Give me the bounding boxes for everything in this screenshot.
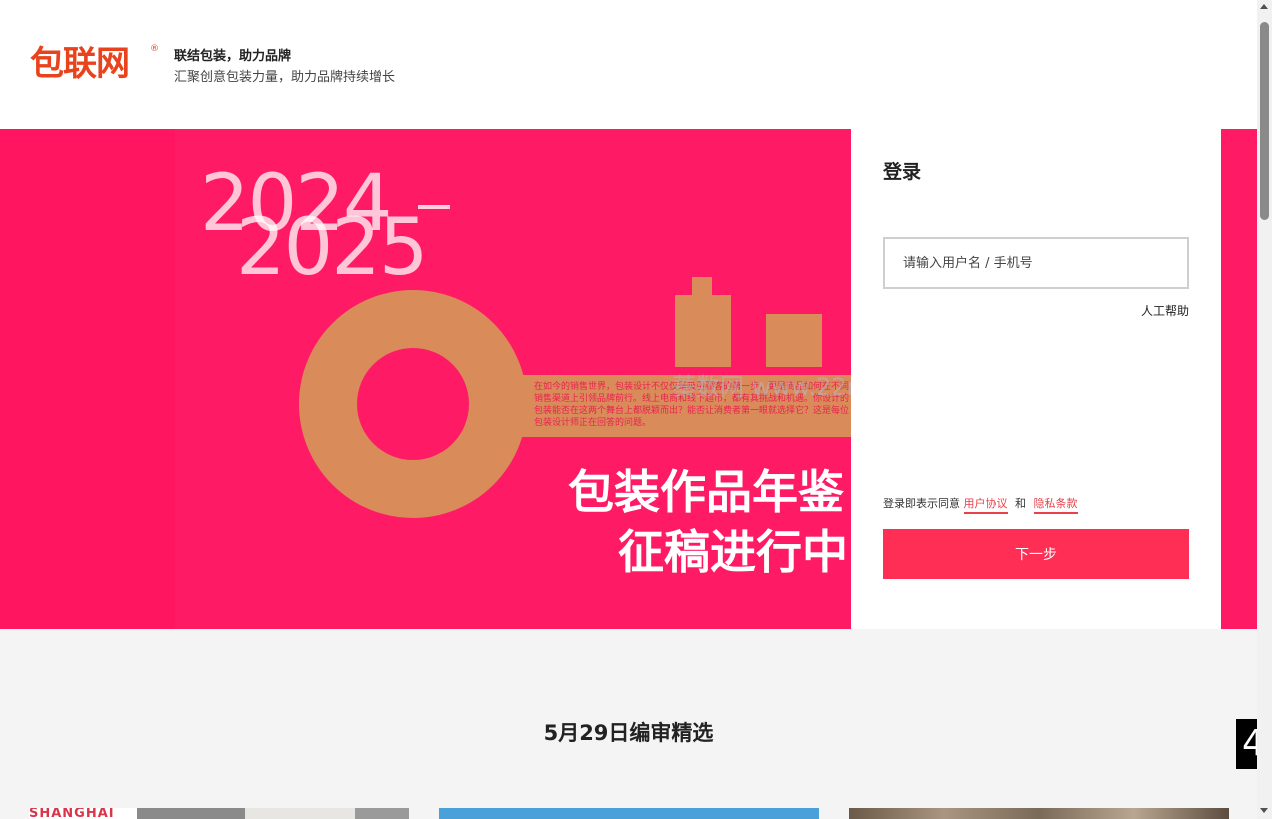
scroll-down-icon[interactable] — [1260, 808, 1268, 813]
slogan-subtitle: 汇聚创意包装力量，助力品牌持续增长 — [174, 70, 396, 85]
pick-card-1-photo — [245, 808, 355, 819]
key-tooth-2 — [766, 314, 822, 367]
section-title: 5月29日编审精选 — [543, 721, 714, 745]
pick-card-3[interactable] — [849, 808, 1229, 819]
agreement-text: 登录即表示同意 用户协议 和 隐私条款 — [883, 495, 1078, 514]
pick-card-1-text: SHANGHAI — [29, 808, 115, 819]
page-scrollbar[interactable] — [1257, 0, 1272, 819]
user-agreement-link[interactable]: 用户协议 — [963, 497, 1008, 514]
banner-title-line1: 包装作品年鉴 — [568, 465, 844, 519]
hero-banner[interactable]: 2024 2025 在如今的销售世界，包装设计不仅仅是吸引顾客的第一步，更是商品… — [0, 129, 1257, 629]
site-header: 包联网 ® 联结包装，助力品牌 汇聚创意包装力量，助力品牌持续增长 — [0, 0, 1257, 129]
agreement-and: 和 — [1015, 497, 1026, 510]
pick-card-1-photo — [355, 808, 409, 819]
scrollbar-thumb[interactable] — [1260, 22, 1269, 220]
pick-card-2[interactable] — [439, 808, 819, 819]
pick-card-1-photo — [137, 808, 245, 819]
key-tooth-1 — [675, 295, 731, 367]
slogan-title: 联结包装，助力品牌 — [174, 49, 292, 64]
scroll-up-icon[interactable] — [1260, 4, 1268, 9]
username-input[interactable] — [883, 237, 1189, 289]
key-tooth-1-top — [692, 277, 712, 297]
banner-title-line2: 征稿进行中 — [618, 525, 848, 579]
banner-year-2025: 2025 — [236, 203, 429, 293]
site-logo[interactable]: 包联网 ® — [30, 44, 159, 84]
login-panel: 登录 人工帮助 登录即表示同意 用户协议 和 隐私条款 下一步 — [851, 129, 1221, 629]
manual-help-link[interactable]: 人工帮助 — [1141, 302, 1189, 319]
login-title: 登录 — [883, 161, 922, 183]
next-step-button[interactable]: 下一步 — [883, 529, 1189, 579]
privacy-policy-link[interactable]: 隐私条款 — [1033, 497, 1078, 514]
logo-registered-mark: ® — [150, 44, 159, 54]
floating-widget[interactable]: 4 — [1236, 719, 1257, 769]
agreement-prefix: 登录即表示同意 — [883, 497, 960, 510]
key-ring — [299, 290, 527, 518]
logo-text: 包联网 — [30, 44, 130, 84]
editor-picks-section: 5月29日编审精选 SHANGHAI — [0, 629, 1257, 819]
pick-card-1[interactable]: SHANGHAI — [29, 808, 409, 819]
